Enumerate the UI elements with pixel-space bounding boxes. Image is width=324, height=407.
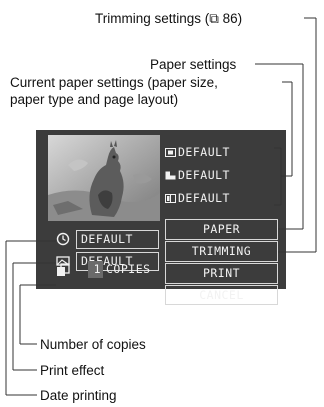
callout-leader-lines [5,17,317,396]
